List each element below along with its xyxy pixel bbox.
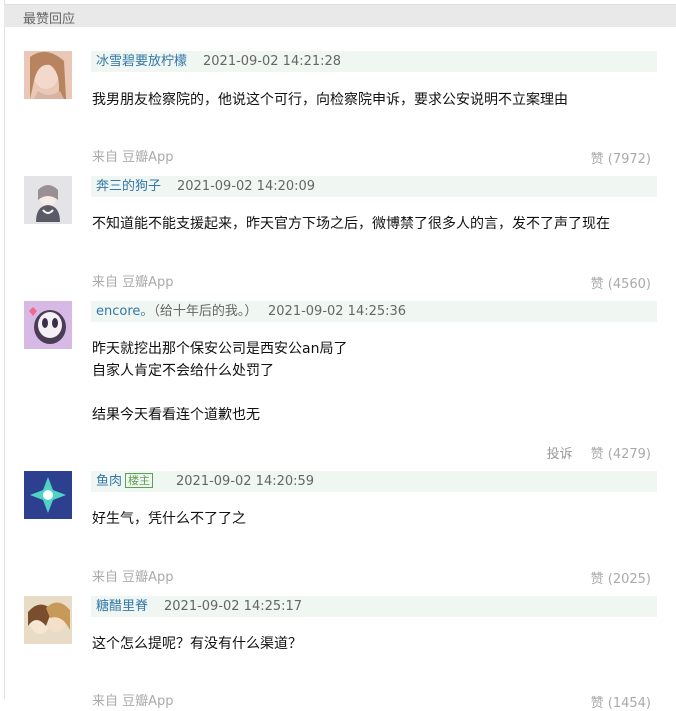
comment-time: 2021-09-02 14:20:59	[176, 474, 315, 489]
comment-source: 来自 豆瓣App	[92, 150, 174, 165]
author-link[interactable]: 糖醋里脊	[96, 596, 148, 617]
like-button[interactable]: 赞 (4279)	[591, 447, 651, 462]
comment-time: 2021-09-02 14:20:09	[177, 179, 316, 194]
comment-header: 糖醋里脊 2021-09-02 14:25:17	[91, 596, 657, 617]
section-title: 最赞回应	[23, 12, 76, 27]
op-badge: 楼主	[125, 473, 154, 488]
comment-actions: 投诉 赞 (4279)	[547, 443, 651, 462]
comment-text: 这个怎么提呢？有没有什么渠道？	[92, 633, 662, 655]
like-button[interactable]: 赞 (2025)	[591, 568, 651, 587]
comment-line: 自家人肯定不会给什么处罚了	[92, 363, 274, 379]
comment-line: 不知道能不能支援起来，昨天官方下场之后，微博禁了很多人的言，发不了声了现在	[92, 216, 610, 232]
comment-header: 冰雪碧要放柠檬 2021-09-02 14:21:28	[91, 51, 657, 72]
user-avatar[interactable]	[24, 51, 72, 99]
comment-header: 奔三的狗子 2021-09-02 14:20:09	[91, 176, 657, 197]
comment-line: 这个怎么提呢？有没有什么渠道？	[92, 636, 302, 652]
comment-source: 来自 豆瓣App	[92, 570, 174, 585]
comment-line: 昨天就挖出那个保安公司是西安公an局了	[92, 341, 348, 357]
author-signature: （给十年后的我。）	[153, 304, 258, 319]
user-avatar[interactable]	[24, 176, 72, 224]
like-button[interactable]: 赞 (4560)	[591, 273, 651, 292]
user-avatar[interactable]	[24, 596, 72, 644]
comment-text: 我男朋友检察院的，他说这个可行，向检察院申诉，要求公安说明不立案理由	[92, 89, 662, 111]
user-avatar[interactable]	[24, 471, 72, 519]
author-link[interactable]: 冰雪碧要放柠檬	[96, 51, 187, 72]
comment-text: 不知道能不能支援起来，昨天官方下场之后，微博禁了很多人的言，发不了声了现在	[92, 213, 662, 235]
comment-line: 我男朋友检察院的，他说这个可行，向检察院申诉，要求公安说明不立案理由	[92, 92, 568, 108]
like-button[interactable]: 赞 (1454)	[591, 692, 651, 711]
comment-line: 好生气，凭什么不了了之	[92, 511, 246, 527]
comment-time: 2021-09-02 14:25:17	[164, 599, 303, 614]
comment-header: encore。（给十年后的我。） 2021-09-02 14:25:36	[91, 301, 657, 322]
author-link[interactable]: 奔三的狗子	[96, 176, 161, 197]
comment-time: 2021-09-02 14:25:36	[268, 304, 407, 319]
comment-source: 来自 豆瓣App	[92, 275, 174, 290]
section-header: 最赞回应	[4, 4, 676, 27]
comment-time: 2021-09-02 14:21:28	[203, 54, 342, 69]
comment-header: 鱼肉 楼主 2021-09-02 14:20:59	[91, 471, 657, 492]
like-button[interactable]: 赞 (7972)	[591, 148, 651, 167]
comment-text: 昨天就挖出那个保安公司是西安公an局了 自家人肯定不会给什么处罚了 结果今天看看…	[92, 338, 662, 426]
comment-source: 来自 豆瓣App	[92, 694, 174, 709]
comment-text: 好生气，凭什么不了了之	[92, 508, 662, 530]
report-link[interactable]: 投诉	[547, 447, 573, 462]
comment-line	[92, 382, 662, 404]
author-link[interactable]: encore。（给十年后的我。）	[96, 301, 257, 322]
author-link[interactable]: 鱼肉 楼主	[96, 471, 154, 492]
comment-line: 结果今天看看连个道歉也无	[92, 407, 260, 423]
user-avatar[interactable]	[24, 301, 72, 349]
